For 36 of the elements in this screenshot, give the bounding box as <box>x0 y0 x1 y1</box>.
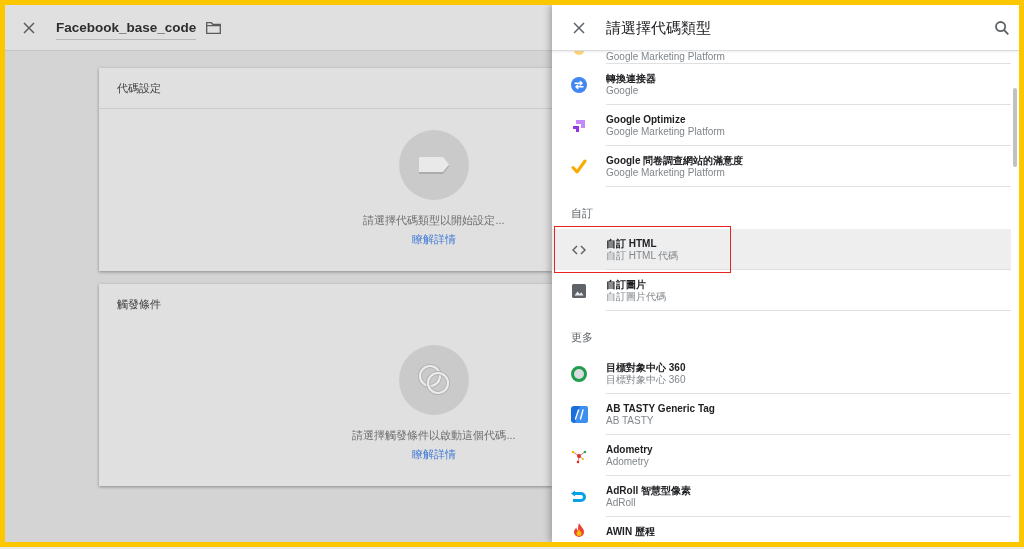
panel-title: 請選擇代碼類型 <box>606 18 711 36</box>
tag-type-item[interactable]: AWIN 歷程 <box>552 517 1011 542</box>
checkmark-icon <box>571 159 587 174</box>
bracket-icon <box>571 117 587 134</box>
tag-type-item[interactable]: 自訂 HTML 自訂 HTML 代碼 <box>552 229 1011 270</box>
tag-type-item[interactable]: AB TASTY Generic Tag AB TASTY <box>552 394 1011 435</box>
section-heading: 自訂 <box>571 207 593 219</box>
close-icon[interactable] <box>23 21 35 34</box>
search-icon[interactable] <box>995 20 1009 35</box>
folder-icon[interactable] <box>206 21 222 34</box>
tag-type-item[interactable]: AdRoll 智慧型像素 AdRoll <box>552 476 1011 517</box>
card-title: 觸發條件 <box>117 297 161 311</box>
tag-type-item[interactable]: 轉換連接器 Google <box>552 64 1011 105</box>
name-field[interactable]: Facebook_base_code <box>56 19 197 40</box>
tag-type-item[interactable]: 自訂圖片 自訂圖片代碼 <box>552 270 1011 311</box>
ring-icon <box>571 365 587 382</box>
tag-type-item[interactable]: Google 問卷調查網站的滿意度 Google Marketing Platform <box>552 146 1011 187</box>
code-icon <box>572 244 586 255</box>
u-turn-arrow-icon <box>571 489 587 504</box>
tag-type-item[interactable]: 目標對象中心 360 目標對象中心 360 <box>552 353 1011 394</box>
tag-type-item[interactable]: Google Marketing Platform <box>552 51 1011 64</box>
close-icon[interactable] <box>573 21 585 34</box>
scrollbar-thumb[interactable] <box>1013 88 1017 167</box>
exchange-icon <box>571 76 587 93</box>
flame-icon <box>573 522 585 537</box>
tag-type-item[interactable]: Adometry Adometry <box>552 435 1011 476</box>
card-title: 代碼設定 <box>117 81 161 95</box>
arc-icon <box>574 51 584 55</box>
empty-state-message: 請選擇觸發條件以啟動這個代碼... <box>352 429 516 441</box>
tag-type-item[interactable]: Google Optimize Google Marketing Platform <box>552 105 1011 146</box>
tile-icon <box>570 406 588 423</box>
tag-icon <box>399 130 469 200</box>
section-heading: 更多 <box>571 331 593 343</box>
empty-state-message: 請選擇代碼類型以開始設定... <box>363 214 505 226</box>
rings-icon <box>399 345 469 415</box>
image-icon <box>572 283 586 298</box>
